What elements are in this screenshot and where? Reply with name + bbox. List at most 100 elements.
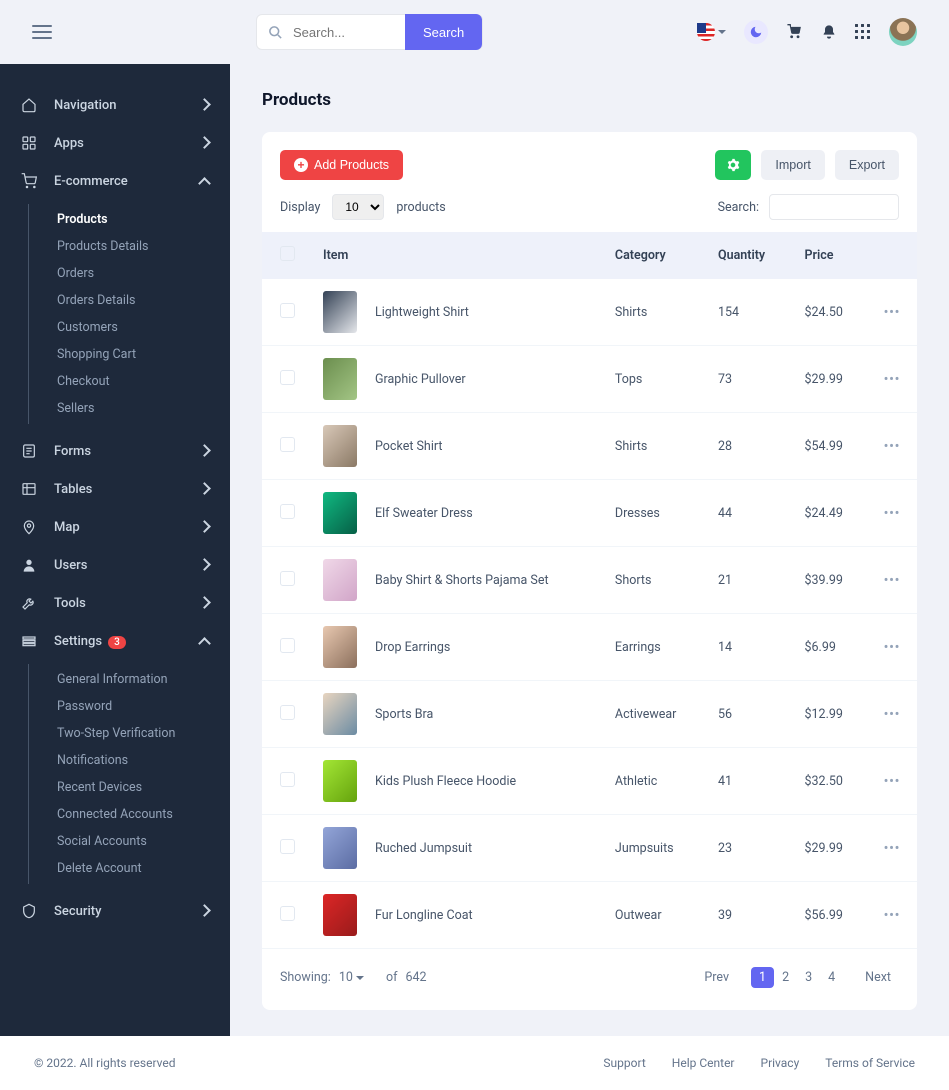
sidebar-item-tables[interactable]: Tables (0, 470, 230, 508)
sidebar-subitem[interactable]: Password (57, 693, 230, 720)
sidebar-subitem[interactable]: Social Accounts (57, 828, 230, 855)
sidebar-item-users[interactable]: Users (0, 546, 230, 584)
bell-icon[interactable] (821, 24, 837, 40)
sidebar-subitem[interactable]: Orders Details (57, 287, 230, 314)
chevron-right-icon (200, 100, 210, 110)
row-actions-icon[interactable]: ••• (867, 681, 917, 748)
cart-icon[interactable] (786, 24, 803, 41)
footer-link[interactable]: Support (603, 1056, 645, 1070)
product-thumb (323, 827, 357, 869)
settings-button[interactable] (715, 150, 751, 180)
row-checkbox[interactable] (280, 370, 295, 385)
home-icon (20, 96, 38, 114)
row-actions-icon[interactable]: ••• (867, 882, 917, 949)
product-name: Ruched Jumpsuit (375, 841, 472, 856)
sidebar-item-navigation[interactable]: Navigation (0, 86, 230, 124)
nav-label: Users (54, 558, 184, 573)
pager-page[interactable]: 1 (751, 967, 774, 988)
row-checkbox[interactable] (280, 504, 295, 519)
sidebar-item-map[interactable]: Map (0, 508, 230, 546)
sidebar-subitem[interactable]: Orders (57, 260, 230, 287)
menu-toggle-icon[interactable] (32, 25, 52, 39)
row-checkbox[interactable] (280, 906, 295, 921)
sidebar-item-settings[interactable]: Settings3 (0, 622, 230, 660)
sidebar-subitem[interactable]: Products (57, 206, 230, 233)
row-actions-icon[interactable]: ••• (867, 279, 917, 346)
sidebar-item-apps[interactable]: Apps (0, 124, 230, 162)
sidebar-subitem[interactable]: Recent Devices (57, 774, 230, 801)
row-actions-icon[interactable]: ••• (867, 480, 917, 547)
product-name: Baby Shirt & Shorts Pajama Set (375, 573, 549, 588)
sidebar-item-security[interactable]: Security (0, 892, 230, 930)
export-button[interactable]: Export (835, 150, 899, 180)
product-price: $29.99 (791, 346, 868, 413)
sidebar-subitem[interactable]: Connected Accounts (57, 801, 230, 828)
showing-select[interactable]: 10 (339, 970, 364, 985)
row-actions-icon[interactable]: ••• (867, 547, 917, 614)
pager-page[interactable]: 4 (820, 967, 843, 988)
product-price: $29.99 (791, 815, 868, 882)
footer-link[interactable]: Help Center (672, 1056, 735, 1070)
product-price: $54.99 (791, 413, 868, 480)
product-name: Graphic Pullover (375, 372, 466, 387)
row-actions-icon[interactable]: ••• (867, 815, 917, 882)
nav-label: Navigation (54, 98, 184, 113)
apps-grid-icon[interactable] (855, 24, 871, 40)
select-all-checkbox[interactable] (280, 246, 295, 261)
row-actions-icon[interactable]: ••• (867, 413, 917, 480)
pager-page[interactable]: 3 (797, 967, 820, 988)
row-checkbox[interactable] (280, 571, 295, 586)
display-count-select[interactable]: 10 (332, 194, 384, 220)
table-search-label: Search: (718, 200, 759, 215)
footer-link[interactable]: Terms of Service (825, 1056, 915, 1070)
table-row: Fur Longline CoatOutwear39$56.99••• (262, 882, 917, 949)
search-button[interactable]: Search (405, 14, 482, 50)
pager-next[interactable]: Next (857, 967, 899, 988)
nav-label: Apps (54, 136, 184, 151)
product-name: Drop Earrings (375, 640, 450, 655)
add-products-button[interactable]: + Add Products (280, 150, 403, 180)
product-qty: 73 (704, 346, 791, 413)
row-checkbox[interactable] (280, 437, 295, 452)
sidebar-item-tools[interactable]: Tools (0, 584, 230, 622)
total-count: 642 (405, 970, 426, 985)
language-selector[interactable] (697, 23, 726, 41)
sidebar-subitem[interactable]: Products Details (57, 233, 230, 260)
sidebar-subitem[interactable]: Two-Step Verification (57, 720, 230, 747)
sidebar-subitem[interactable]: Checkout (57, 368, 230, 395)
table-search-input[interactable] (769, 194, 899, 220)
chevron-right-icon (200, 906, 210, 916)
row-checkbox[interactable] (280, 772, 295, 787)
row-actions-icon[interactable]: ••• (867, 346, 917, 413)
theme-toggle[interactable] (744, 20, 768, 44)
sidebar-subitem[interactable]: Sellers (57, 395, 230, 422)
display-suffix: products (396, 200, 445, 215)
product-name: Kids Plush Fleece Hoodie (375, 774, 516, 789)
product-price: $32.50 (791, 748, 868, 815)
import-button[interactable]: Import (761, 150, 824, 180)
sidebar-subitem[interactable]: General Information (57, 666, 230, 693)
sidebar-item-ecommerce[interactable]: E-commerce (0, 162, 230, 200)
row-checkbox[interactable] (280, 705, 295, 720)
row-checkbox[interactable] (280, 303, 295, 318)
row-checkbox[interactable] (280, 638, 295, 653)
row-actions-icon[interactable]: ••• (867, 614, 917, 681)
avatar[interactable] (889, 18, 917, 46)
row-checkbox[interactable] (280, 839, 295, 854)
settings-icon (20, 632, 38, 650)
sidebar-item-forms[interactable]: Forms (0, 432, 230, 470)
pager-prev[interactable]: Prev (696, 967, 737, 988)
sidebar-subitem[interactable]: Notifications (57, 747, 230, 774)
footer-link[interactable]: Privacy (761, 1056, 800, 1070)
chevron-up-icon (200, 636, 210, 646)
sidebar-subitem[interactable]: Customers (57, 314, 230, 341)
pager-page[interactable]: 2 (774, 967, 797, 988)
chevron-right-icon (200, 522, 210, 532)
table-row: Baby Shirt & Shorts Pajama SetShorts21$3… (262, 547, 917, 614)
product-category: Outwear (601, 882, 704, 949)
row-actions-icon[interactable]: ••• (867, 748, 917, 815)
sidebar-subitem[interactable]: Delete Account (57, 855, 230, 882)
search-input[interactable] (293, 25, 405, 40)
product-thumb (323, 492, 357, 534)
sidebar-subitem[interactable]: Shopping Cart (57, 341, 230, 368)
